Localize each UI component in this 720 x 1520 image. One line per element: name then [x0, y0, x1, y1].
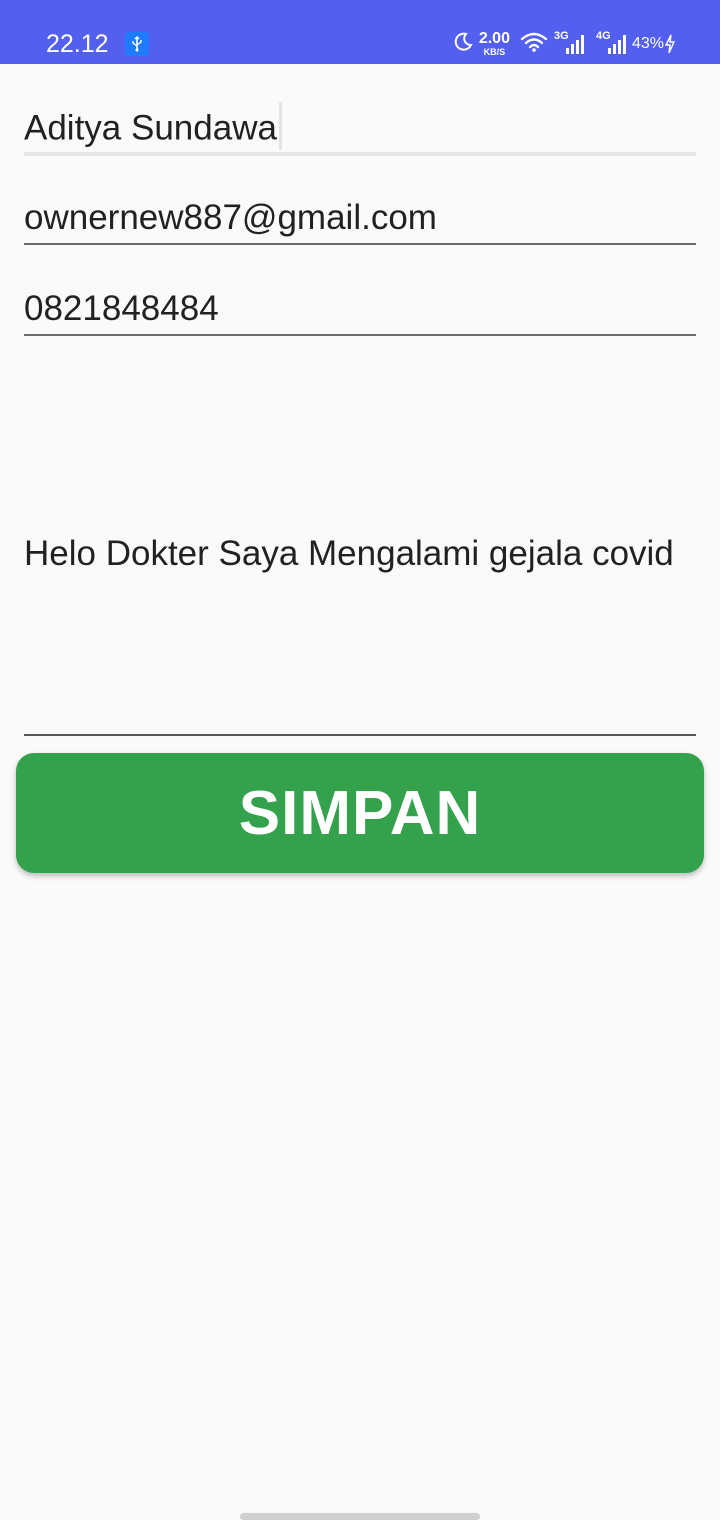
battery: 43% — [632, 34, 676, 54]
text-cursor — [278, 102, 282, 150]
name-field[interactable]: Aditya Sundawa — [24, 100, 696, 158]
message-underline — [24, 734, 696, 736]
wifi-icon — [520, 31, 548, 58]
email-underline — [24, 243, 696, 245]
signal-4g: 4G — [595, 30, 626, 56]
moon-icon — [453, 32, 473, 57]
speed-unit: KB/S — [483, 47, 506, 57]
message-field[interactable]: Helo Dokter Saya Mengalami gejala covid — [24, 350, 696, 738]
phone-underline — [24, 334, 696, 336]
save-button[interactable]: SIMPAN — [16, 753, 704, 873]
status-icons: 2.00 KB/S 3G 4G 43% — [453, 30, 676, 58]
battery-percent: 43% — [631, 35, 664, 52]
name-value: Aditya Sundawa — [24, 108, 277, 148]
email-field[interactable]: ownernew887@gmail.com — [24, 196, 696, 246]
message-value: Helo Dokter Saya Mengalami gejala covid — [24, 534, 674, 573]
status-time: 22.12 — [46, 30, 109, 58]
email-value: ownernew887@gmail.com — [24, 198, 437, 237]
name-underline — [24, 152, 696, 156]
charging-icon — [664, 34, 676, 54]
name-value-wrap: Aditya Sundawa — [24, 102, 282, 154]
network-1-label: 3G — [553, 30, 569, 42]
phone-field[interactable]: 0821848484 — [24, 287, 696, 337]
signal-3g: 3G — [553, 30, 584, 56]
network-2-label: 4G — [595, 30, 611, 42]
network-speed: 2.00 KB/S — [479, 31, 510, 57]
speed-value: 2.00 — [478, 30, 510, 47]
status-bar: 22.12 2.00 KB/S 3G 4G 43% — [0, 0, 720, 64]
phone-value: 0821848484 — [24, 289, 219, 328]
usb-icon — [125, 32, 149, 56]
home-indicator[interactable] — [240, 1513, 480, 1520]
